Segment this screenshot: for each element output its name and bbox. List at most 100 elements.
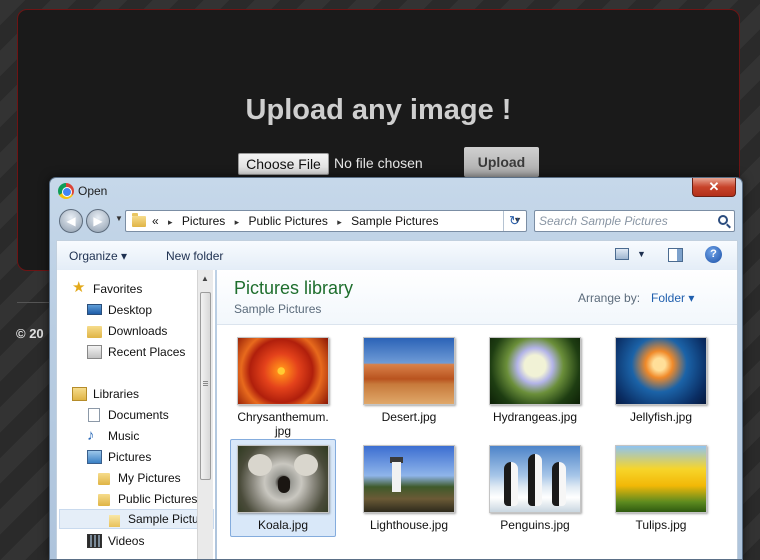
file-name: Hydrangeas.jpg — [492, 410, 578, 424]
file-penguins[interactable]: Penguins.jpg — [482, 439, 588, 537]
chevron-right-icon[interactable]: ▸ — [235, 217, 240, 228]
arrow-right-icon: ▶ — [93, 214, 103, 228]
refresh-icon: ↻ — [509, 213, 520, 228]
help-icon[interactable]: ? — [705, 246, 722, 263]
chrome-icon — [58, 183, 74, 199]
breadcrumb-sample-pictures[interactable]: Sample Pictures — [351, 214, 438, 228]
nav-item-label: Downloads — [108, 324, 168, 338]
koala-nose — [278, 476, 290, 493]
recent-locations-dropdown[interactable]: ▼ — [115, 214, 123, 223]
arrange-by-dropdown[interactable]: Folder ▾ — [651, 291, 694, 305]
file-lighthouse[interactable]: Lighthouse.jpg — [356, 439, 462, 537]
organize-menu[interactable]: Organize ▾ — [69, 249, 127, 263]
file-hydrangeas[interactable]: Hydrangeas.jpg — [482, 331, 588, 429]
nav-item-label: Favorites — [93, 282, 143, 296]
koala-ear — [248, 454, 272, 476]
nav-item-label: Documents — [108, 408, 169, 422]
address-bar[interactable]: « ▸ Pictures ▸ Public Pictures ▸ Sample … — [125, 210, 527, 232]
music-icon: ♪ — [87, 427, 95, 444]
nav-item-downloads[interactable]: Downloads — [87, 321, 197, 341]
nav-item-desktop[interactable]: Desktop — [87, 300, 197, 320]
breadcrumb: « ▸ Pictures ▸ Public Pictures ▸ Sample … — [152, 214, 438, 228]
scrollbar-thumb[interactable] — [200, 292, 211, 480]
chevron-right-icon[interactable]: ▸ — [168, 217, 173, 228]
arrange-by-label: Arrange by: — [578, 291, 641, 305]
view-options-dropdown[interactable]: ▼ — [637, 249, 646, 259]
nav-item-my-pictures[interactable]: My Pictures — [98, 468, 203, 488]
video-icon — [87, 534, 102, 548]
library-header: Pictures library Sample Pictures Arrange… — [217, 270, 737, 325]
nav-item-label: Libraries — [93, 387, 140, 401]
forward-button[interactable]: ▶ — [86, 209, 110, 233]
thumbnail-image — [615, 445, 707, 513]
upload-button[interactable]: Upload — [464, 147, 539, 177]
file-status-text: No file chosen — [334, 155, 423, 171]
library-icon — [72, 387, 87, 401]
folder-icon — [87, 326, 102, 338]
nav-item-label: Videos — [108, 534, 145, 548]
new-folder-button[interactable]: New folder — [166, 249, 223, 263]
nav-item-pictures[interactable]: Pictures — [87, 447, 197, 467]
nav-item-favorites[interactable]: ★ Favorites — [72, 279, 192, 299]
library-title: Pictures library — [234, 278, 354, 298]
file-jellyfish[interactable]: Jellyfish.jpg — [608, 331, 714, 429]
folder-icon — [132, 213, 146, 227]
open-file-dialog: Open ✕ ◀ ▶ ▼ « ▸ Pictures ▸ Public Pictu… — [49, 177, 743, 560]
star-icon: ★ — [72, 279, 86, 296]
thumbnail-image — [489, 445, 581, 513]
breadcrumb-public-pictures[interactable]: Public Pictures — [248, 214, 327, 228]
page-title: Upload any image ! — [245, 94, 512, 126]
preview-pane-icon[interactable] — [668, 248, 683, 262]
file-name: Jellyfish.jpg — [629, 410, 693, 424]
nav-item-videos[interactable]: Videos — [87, 531, 197, 551]
folder-icon — [98, 494, 110, 506]
breadcrumb-pictures[interactable]: Pictures — [182, 214, 225, 228]
navigation-pane: ★ Favorites Desktop Downloads Recent Pla… — [56, 270, 215, 559]
file-koala[interactable]: Koala.jpg — [230, 439, 336, 537]
grip-icon — [203, 381, 208, 382]
lighthouse-tower — [392, 462, 401, 492]
nav-item-recent-places[interactable]: Recent Places — [87, 342, 202, 362]
file-list-pane: Pictures library Sample Pictures Arrange… — [217, 270, 738, 559]
change-view-icon[interactable] — [615, 248, 629, 260]
nav-item-label: Public Pictures — [118, 492, 198, 506]
nav-item-label: Recent Places — [108, 345, 186, 359]
copyright-text: © 20 — [16, 326, 44, 341]
file-name: Tulips.jpg — [635, 518, 687, 532]
nav-item-label: Sample Pictu — [128, 512, 199, 526]
folder-icon — [98, 473, 110, 485]
nav-item-libraries[interactable]: Libraries — [72, 384, 192, 404]
desktop-icon — [87, 304, 102, 315]
file-name-line: jpg — [274, 424, 291, 438]
search-input[interactable] — [539, 213, 709, 229]
back-button[interactable]: ◀ — [59, 209, 83, 233]
file-tulips[interactable]: Tulips.jpg — [608, 439, 714, 537]
nav-item-public-pictures[interactable]: Public Pictures — [98, 489, 208, 509]
file-desert[interactable]: Desert.jpg — [356, 331, 462, 429]
chevron-right-icon[interactable]: ▸ — [337, 217, 342, 228]
arrow-left-icon: ◀ — [66, 214, 76, 228]
dialog-titlebar[interactable]: Open ✕ — [50, 178, 742, 204]
toolbar: Organize ▾ New folder ▼ ? — [56, 240, 738, 270]
refresh-button[interactable]: ↻ — [503, 211, 525, 231]
nav-item-label: Pictures — [108, 450, 152, 464]
search-icon[interactable] — [718, 215, 728, 225]
penguin — [552, 462, 566, 506]
navigation-scrollbar[interactable]: ▲ — [197, 270, 213, 559]
thumbnail-image — [363, 445, 455, 513]
scroll-up-icon[interactable]: ▲ — [201, 274, 209, 283]
file-name-line: Chrysanthemum. — [237, 410, 329, 424]
nav-item-documents[interactable]: Documents — [87, 405, 197, 425]
nav-item-music[interactable]: ♪ Music — [87, 426, 197, 446]
nav-item-sample-pictures[interactable]: Sample Pictu — [59, 509, 214, 529]
nav-item-label: My Pictures — [118, 471, 181, 485]
breadcrumb-overflow[interactable]: « — [152, 214, 159, 228]
thumbnail-grid: Chrysanthemum. jpg Desert.jpg Hydrangeas… — [217, 326, 737, 559]
file-name: Koala.jpg — [257, 518, 309, 532]
file-chrysanthemum[interactable]: Chrysanthemum. jpg — [230, 331, 336, 438]
choose-file-button[interactable]: Choose File — [238, 153, 329, 175]
close-button[interactable]: ✕ — [692, 178, 736, 197]
pictures-icon — [87, 450, 102, 464]
search-box[interactable] — [534, 210, 735, 232]
file-name: Penguins.jpg — [500, 518, 570, 532]
